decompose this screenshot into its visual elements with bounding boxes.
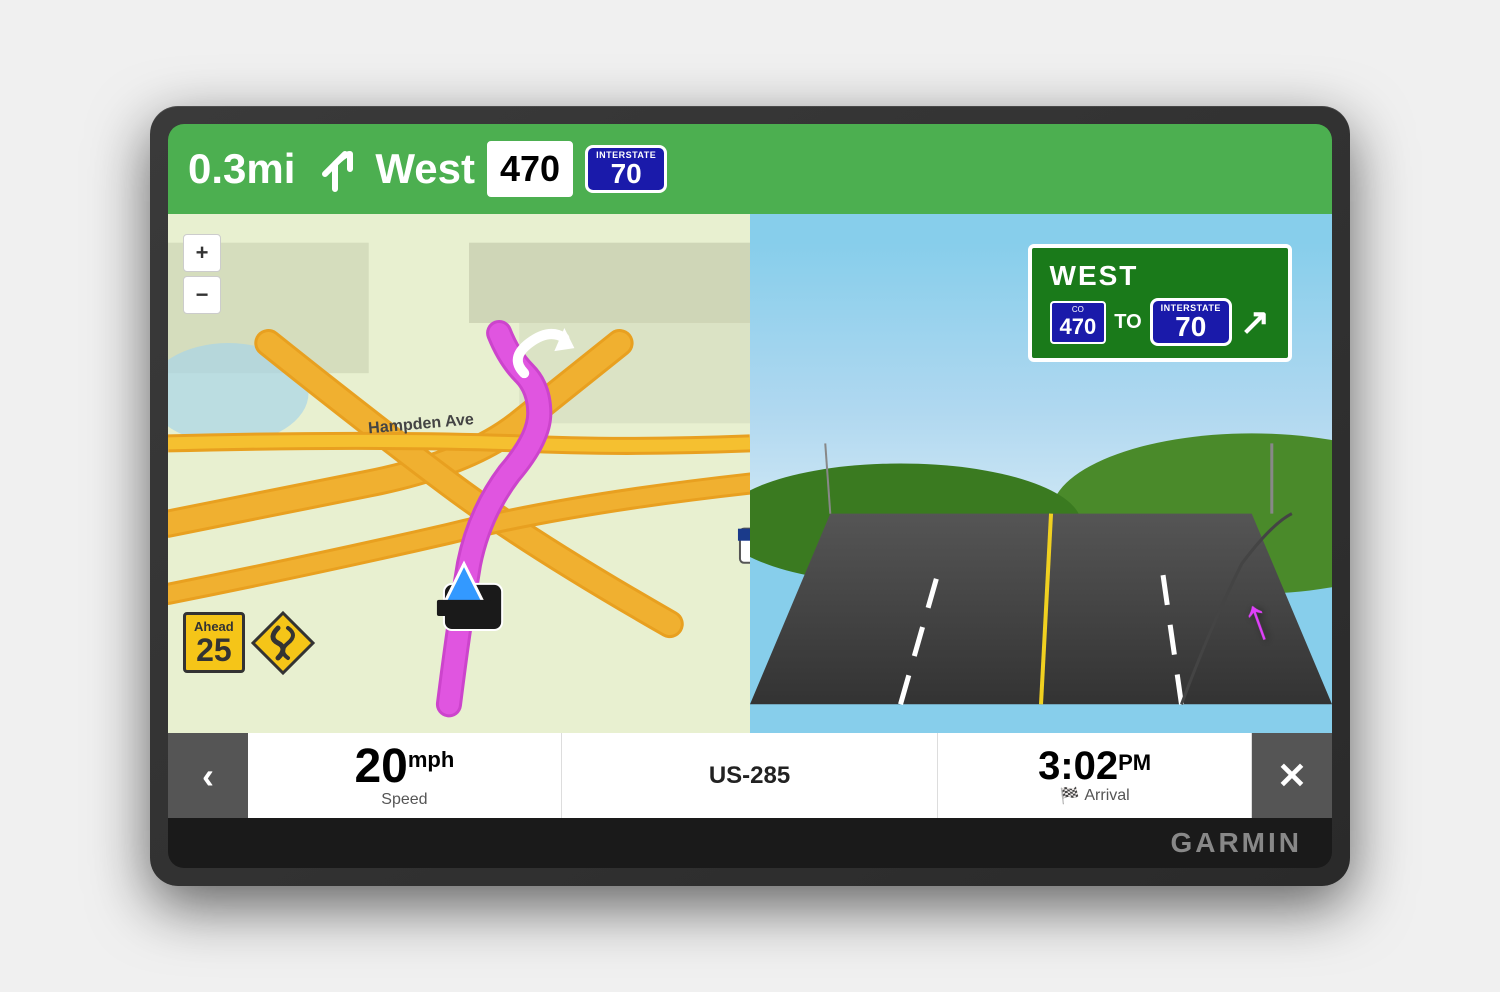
garmin-device: 0.3mi West 470 70 [150,106,1350,886]
arrival-time: 3:02 [1038,744,1118,788]
status-bar: ‹ 20mph Speed US-285 3:02PM 🏁 Arrival [168,733,1332,818]
speed-unit: mph [408,747,454,772]
arrival-label: 🏁 Arrival [1059,786,1129,806]
main-content: 285 470 CO Hampden Ave [168,214,1332,733]
map-panel[interactable]: 285 470 CO Hampden Ave [168,214,750,733]
arrival-time-container: 3:02PM [1038,746,1151,786]
route-470-sign: 470 [487,141,573,197]
nav-direction-text: West [375,145,475,193]
nav-direction-container: West 470 70 [375,141,667,197]
sign-west-text: WEST [1050,260,1270,292]
zoom-out-button[interactable]: − [183,276,221,314]
ahead-speed-sign: Ahead 25 [183,612,245,673]
map-zoom-controls[interactable]: + − [183,234,221,314]
back-button[interactable]: ‹ [168,733,248,818]
zoom-in-button[interactable]: + [183,234,221,272]
garmin-branding: GARMIN [168,818,1332,868]
arrival-display: 3:02PM 🏁 Arrival [938,733,1252,818]
brand-name: GARMIN [1170,827,1302,859]
winding-road-sign [248,608,318,678]
interstate-70-sign-badge: 70 [1150,298,1232,346]
speed-value-container: 20mph [354,743,454,791]
co-470-badge: CO 470 [1050,301,1107,344]
highway-sign-overlay: WEST CO 470 TO 70 ↗ [1028,244,1292,362]
nav-header: 0.3mi West 470 70 [168,124,1332,214]
current-road: US-285 [562,733,938,818]
speed-value: 20 [354,740,407,793]
close-icon[interactable]: ✕ [1277,755,1307,797]
sign-to-text: TO [1114,311,1141,334]
sign-badges: CO 470 TO 70 ↗ [1050,298,1270,346]
turn-arrow-icon [310,144,360,194]
interstate-70-badge: 70 [585,145,667,193]
flag-icon: 🏁 [1059,786,1079,806]
screen-content: 0.3mi West 470 70 [168,124,1332,818]
speed-label: Speed [381,791,427,809]
device-screen: 0.3mi West 470 70 [168,124,1332,868]
nav-distance: 0.3mi [188,145,295,193]
arrival-period: PM [1118,750,1151,775]
back-icon[interactable]: ‹ [202,755,214,797]
close-button[interactable]: ✕ [1252,733,1332,818]
speed-display: 20mph Speed [248,733,562,818]
sign-direction-arrow: ↗ [1240,301,1270,343]
real-view-panel: WEST CO 470 TO 70 ↗ [750,214,1332,733]
ahead-value: 25 [194,634,234,666]
